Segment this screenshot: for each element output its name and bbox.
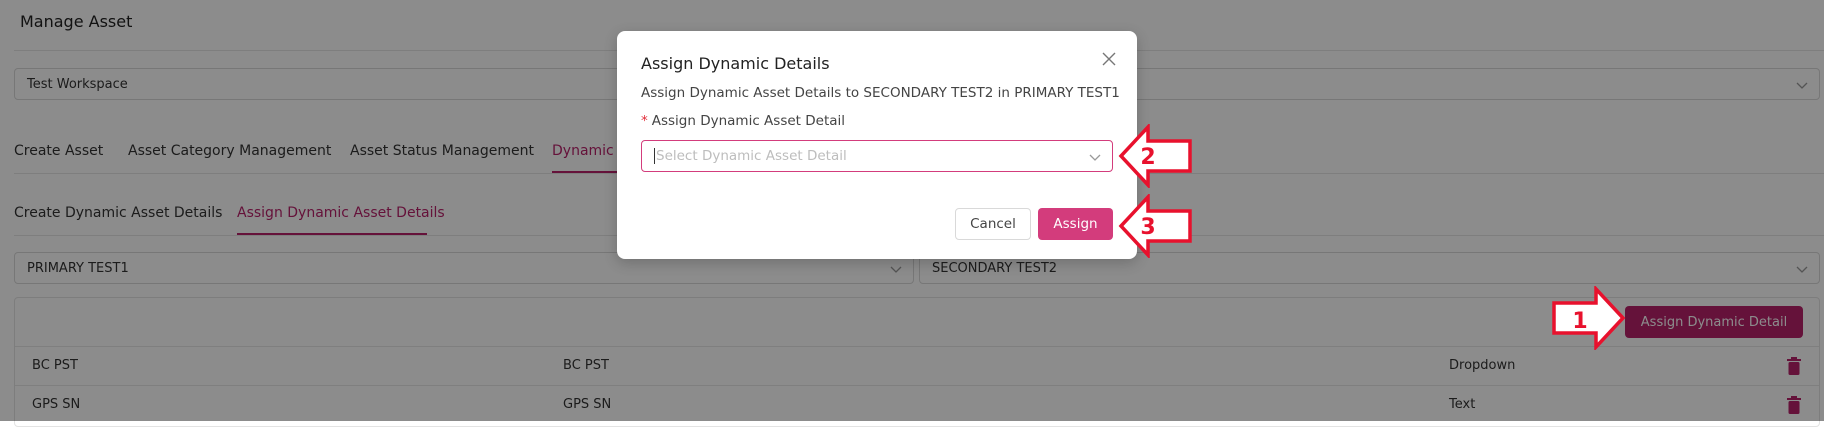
callout-arrow-2: 2 [1118,124,1192,188]
cancel-button[interactable]: Cancel [955,208,1031,240]
select-placeholder: Select Dynamic Asset Detail [656,148,847,164]
modal-title: Assign Dynamic Details [641,54,830,73]
callout-number-1: 1 [1572,309,1587,334]
assign-dynamic-details-modal: Assign Dynamic Details Assign Dynamic As… [617,31,1137,259]
field-label: * Assign Dynamic Asset Detail [641,113,845,129]
chevron-down-icon [1089,154,1101,161]
required-mark: * [641,113,648,129]
assign-button[interactable]: Assign [1038,208,1113,240]
close-icon[interactable] [1101,51,1117,67]
callout-arrow-3: 3 [1118,194,1192,258]
callout-arrow-1: 1 [1552,286,1626,350]
text-cursor [654,148,655,164]
callout-number-3: 3 [1140,215,1155,240]
callout-number-2: 2 [1140,145,1155,170]
modal-description: Assign Dynamic Asset Details to SECONDAR… [641,85,1120,101]
field-label-text: Assign Dynamic Asset Detail [651,113,846,129]
dynamic-asset-detail-select[interactable]: Select Dynamic Asset Detail [641,140,1113,172]
